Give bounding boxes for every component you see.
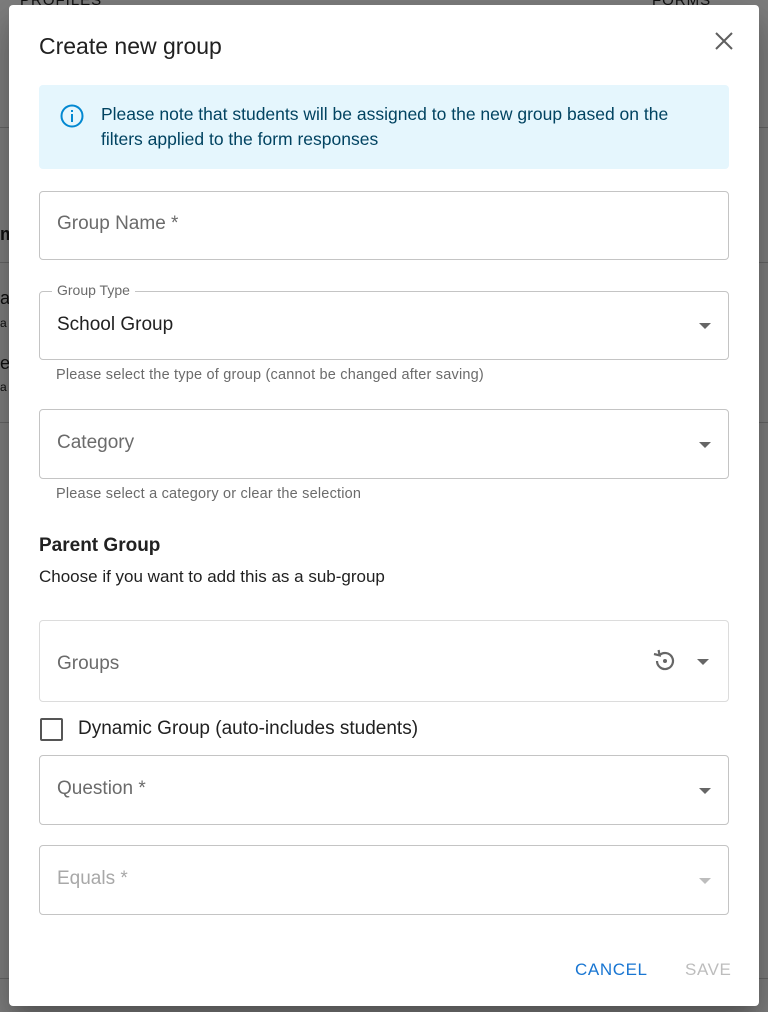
parent-group-subtitle: Choose if you want to add this as a sub-… (39, 567, 385, 586)
save-button: SAVE (685, 960, 732, 979)
group-name-placeholder: Group Name * (57, 213, 179, 234)
category-helper: Please select a category or clear the se… (56, 486, 362, 502)
close-button[interactable] (709, 26, 739, 56)
groups-placeholder: Groups (57, 653, 120, 674)
chevron-down-icon (699, 878, 711, 884)
info-icon (60, 104, 84, 128)
equals-select: Equals * (39, 845, 729, 915)
alert-text: Please note that students will be assign… (101, 104, 669, 149)
dynamic-group-checkbox[interactable] (40, 717, 63, 741)
question-placeholder: Question * (57, 778, 146, 799)
create-group-dialog: Create new group Please note that studen… (9, 5, 759, 1006)
info-alert: Please note that students will be assign… (39, 85, 729, 169)
group-type-value: School Group (57, 314, 174, 335)
cancel-button[interactable]: CANCEL (575, 960, 648, 980)
category-select[interactable]: Category (39, 409, 729, 479)
groups-autocomplete[interactable]: Groups (39, 620, 729, 702)
dynamic-group-label[interactable]: Dynamic Group (auto-includes students) (78, 718, 418, 740)
category-placeholder: Category (57, 432, 135, 453)
reset-icon[interactable] (651, 648, 679, 674)
chevron-down-icon (699, 323, 711, 329)
group-name-input[interactable]: Group Name * (39, 191, 729, 260)
equals-placeholder: Equals * (57, 868, 128, 889)
group-type-select[interactable]: Group Type School Group (39, 282, 729, 360)
dynamic-group-row[interactable]: Dynamic Group (auto-includes students) (39, 715, 418, 743)
chevron-down-icon (699, 788, 711, 794)
chevron-down-icon[interactable] (697, 659, 709, 665)
dialog-title: Create new group (39, 33, 222, 59)
close-icon (715, 32, 733, 50)
group-type-helper: Please select the type of group (cannot … (56, 367, 484, 383)
chevron-down-icon (699, 442, 711, 448)
group-type-label: Group Type (52, 282, 135, 298)
parent-group-title: Parent Group (39, 535, 161, 556)
question-select[interactable]: Question * (39, 755, 729, 825)
